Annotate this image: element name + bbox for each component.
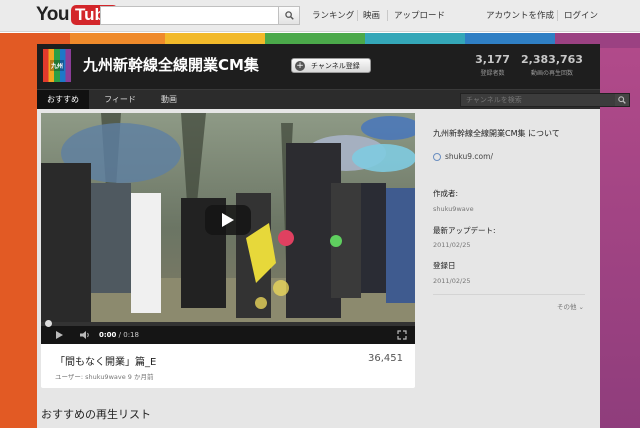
show-more-link[interactable]: その他 ⌄: [557, 301, 584, 311]
channel-website-link[interactable]: shuku9.com/: [433, 152, 493, 161]
login-link[interactable]: ログイン: [564, 9, 598, 21]
video-title[interactable]: 「間もなく開業」篇_E: [55, 353, 156, 368]
author-label: 作成者:: [433, 189, 459, 198]
view-count-label: 動画の再生回数: [530, 70, 573, 77]
channel-avatar[interactable]: 九州: [43, 49, 71, 82]
updated-value: 2011/02/25: [433, 241, 471, 249]
featured-video-card: 0:00 / 0:18 「間もなく開業」篇_E 36,451 ユーザー: shu…: [41, 113, 415, 388]
tab-featured[interactable]: おすすめ: [37, 90, 89, 110]
globe-icon: [433, 152, 441, 161]
channel-search-input[interactable]: [461, 94, 615, 106]
subscribe-label: チャンネル登録: [311, 61, 360, 70]
fullscreen-icon[interactable]: [397, 330, 407, 340]
search-button[interactable]: [279, 6, 300, 25]
subscriber-count: 3,177 登録者数: [470, 53, 515, 77]
nav-divider: [557, 10, 558, 21]
play-control-icon[interactable]: [55, 330, 64, 340]
channel-search-button[interactable]: [615, 94, 629, 106]
play-icon: [222, 213, 234, 227]
time-display: 0:00 / 0:18: [99, 331, 139, 339]
divider: [433, 294, 585, 295]
search-input[interactable]: [100, 6, 279, 25]
logo-you: You: [36, 4, 69, 25]
subscriber-count-label: 登録者数: [480, 70, 505, 77]
about-title: 九州新幹線全線開業CM集 について: [433, 129, 560, 138]
author-value[interactable]: shuku9wave: [433, 205, 474, 213]
main-content: 0:00 / 0:18 「間もなく開業」篇_E 36,451 ユーザー: shu…: [37, 109, 600, 428]
channel-search: [460, 93, 630, 107]
joined-label: 登録日: [433, 261, 456, 270]
channel-avatar-text: 九州: [49, 60, 64, 71]
volume-icon[interactable]: [79, 330, 91, 340]
playlists-heading: おすすめの再生リスト: [41, 408, 151, 421]
channel-title: 九州新幹線全線開業CM集: [83, 56, 259, 74]
show-more-label: その他: [556, 303, 577, 311]
video-view-count: 36,451: [368, 353, 403, 364]
channel-website-text: shuku9.com/: [445, 152, 493, 161]
joined-value: 2011/02/25: [433, 277, 471, 285]
view-count-value: 2,383,763: [521, 53, 583, 66]
channel-header: 九州 九州新幹線全線開業CM集 + チャンネル登録 3,177 登録者数 2,3…: [37, 44, 600, 89]
search-bar: [100, 6, 300, 25]
nav-movies[interactable]: 映画: [363, 9, 380, 21]
nav-divider: [357, 10, 358, 21]
tab-feed[interactable]: フィード: [93, 90, 147, 110]
updated-label: 最新アップデート:: [433, 226, 496, 235]
subscribe-button[interactable]: + チャンネル登録: [291, 58, 371, 73]
view-count: 2,383,763 動画の再生回数: [521, 53, 583, 77]
channel-tabs: おすすめ フィード 動画: [37, 89, 630, 110]
subscriber-count-value: 3,177: [475, 53, 510, 66]
plus-icon: +: [295, 60, 305, 71]
masthead: You Tube ランキング 映画 アップロード アカウントを作成 ログイン: [0, 0, 640, 32]
nav-divider: [387, 10, 388, 21]
search-icon: [284, 11, 294, 20]
play-button[interactable]: [205, 205, 251, 235]
time-total: / 0:18: [118, 331, 139, 339]
bg-left-panel: [0, 48, 37, 428]
video-player[interactable]: [41, 113, 415, 322]
tab-videos[interactable]: 動画: [149, 90, 189, 110]
chevron-down-icon: ⌄: [578, 303, 584, 311]
create-account-link[interactable]: アカウントを作成: [486, 9, 554, 21]
nav-ranking[interactable]: ランキング: [312, 9, 354, 21]
about-panel: 九州新幹線全線開業CM集 について shuku9.com/ 作成者: shuku…: [421, 113, 596, 428]
progress-bar[interactable]: [41, 320, 415, 327]
search-icon: [618, 96, 626, 104]
progress-handle[interactable]: [45, 320, 52, 327]
time-current: 0:00: [99, 331, 117, 339]
nav-upload[interactable]: アップロード: [394, 9, 445, 21]
player-controls: 0:00 / 0:18: [41, 320, 415, 344]
video-meta: ユーザー: shuku9wave 9 か月前: [55, 373, 154, 381]
